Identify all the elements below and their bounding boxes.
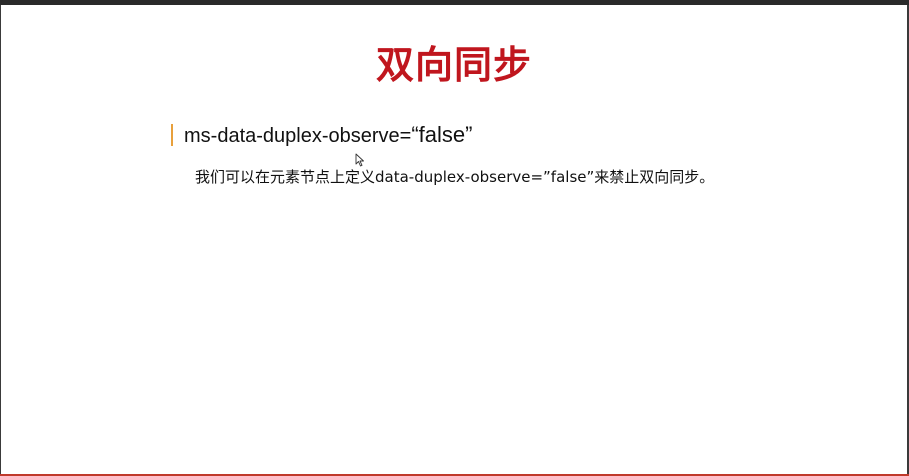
bullet-attribute-value: “false” bbox=[411, 122, 473, 147]
bullet-item: ms-data-duplex-observe=“false” bbox=[184, 122, 472, 149]
slide-body-text: 我们可以在元素节点上定义data-duplex-observe=”false”来… bbox=[195, 168, 715, 186]
presentation-slide: 双向同步 ms-data-duplex-observe=“false” 我们可以… bbox=[1, 5, 907, 474]
bullet-attribute-name: ms-data-duplex-observe= bbox=[184, 125, 412, 147]
mouse-pointer-icon bbox=[355, 153, 364, 167]
slide-title: 双向同步 bbox=[375, 43, 532, 87]
window-left-border bbox=[0, 5, 1, 476]
bullet-marker bbox=[171, 124, 173, 146]
